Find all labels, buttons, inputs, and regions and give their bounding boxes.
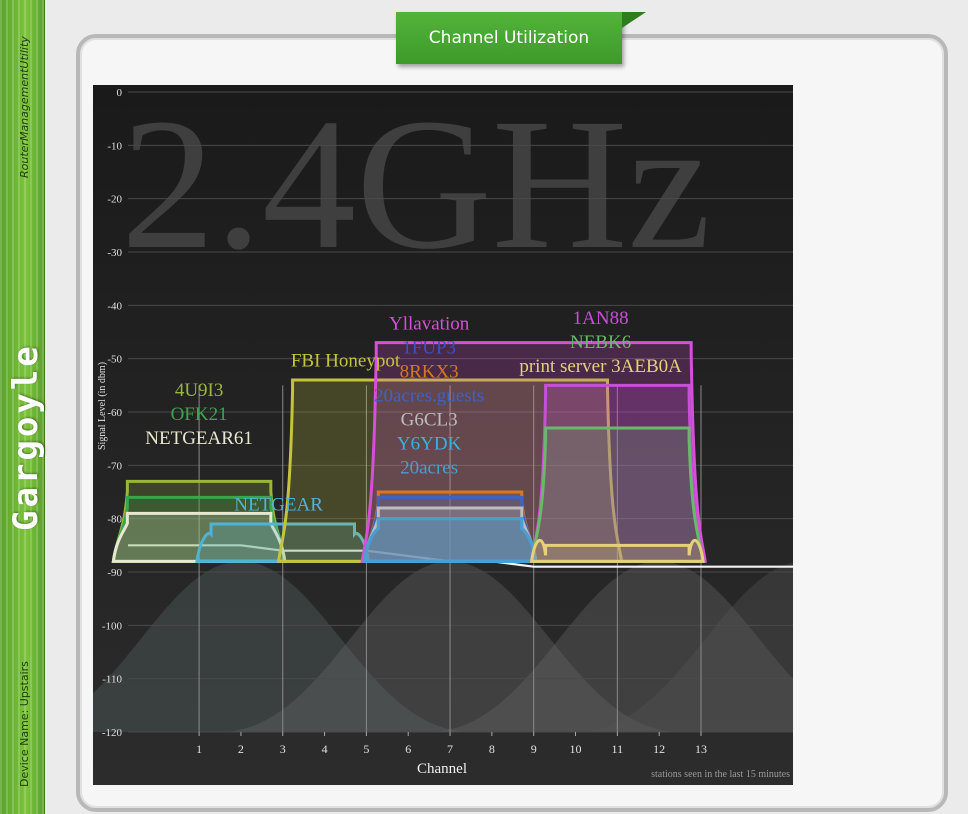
x-axis-title: Channel	[417, 761, 467, 777]
network-label: NEBK6	[570, 332, 631, 353]
chart-footnote: stations seen in the last 15 minutes	[651, 769, 790, 780]
page-title: Channel Utilization	[428, 28, 590, 48]
y-tick-label: -70	[107, 460, 122, 472]
y-tick-label: -90	[107, 567, 122, 579]
network-label: FBI Honeypot	[291, 351, 401, 372]
network-label: 20acres.guests	[374, 385, 484, 406]
y-tick-label: -60	[107, 407, 122, 419]
x-tick-label: 13	[695, 742, 707, 756]
y-tick-label: -80	[107, 514, 122, 526]
x-tick-label: 7	[447, 742, 453, 756]
network-label: NETGEAR61	[145, 428, 253, 449]
y-tick-label: 0	[117, 87, 123, 99]
y-tick-label: -50	[107, 354, 122, 366]
band-watermark: 2.4GHz	[121, 85, 711, 288]
network-label: 1FUP3	[402, 337, 456, 358]
network-label: Y6YDK	[397, 433, 462, 454]
network-label: 20acres	[400, 457, 458, 478]
page-title-tab: Channel Utilization	[396, 12, 646, 64]
y-tick-label: -120	[102, 727, 123, 739]
sidebar: RouterManagementUtility Gargoyle Device …	[0, 0, 46, 814]
x-tick-label: 8	[489, 742, 495, 756]
x-tick-label: 12	[653, 742, 665, 756]
y-tick-label: -40	[107, 300, 122, 312]
x-tick-label: 3	[280, 742, 286, 756]
network-label: G6CL3	[401, 409, 458, 430]
utility-label: RouterManagementUtility	[18, 36, 31, 178]
y-tick-label: -100	[102, 620, 123, 632]
network-label: NETGEAR	[234, 495, 323, 516]
network-label: print server 3AEB0A	[519, 356, 682, 377]
y-tick-label: -10	[107, 140, 122, 152]
x-tick-label: 9	[531, 742, 537, 756]
x-tick-label: 4	[322, 742, 328, 756]
chart-canvas: 2.4GHz 0 -10 -20 -30 -40 -50 -60 -70 -80 -90 -100 -…	[93, 85, 793, 785]
network-label: Yllavation	[389, 313, 470, 334]
x-tick-label: 11	[612, 742, 624, 756]
y-tick-label: -110	[102, 674, 122, 686]
network-label: 4U9I3	[175, 380, 224, 401]
x-tick-label: 2	[238, 742, 244, 756]
x-tick-label: 5	[363, 742, 369, 756]
network-label: 1AN88	[573, 308, 629, 329]
network-label: 8RKX3	[400, 361, 459, 382]
y-tick-label: -20	[107, 194, 122, 206]
y-tick-label: -30	[107, 247, 122, 259]
channel-utilization-chart: 2.4GHz 0 -10 -20 -30 -40 -50 -60 -70 -80 -90 -100 -…	[93, 85, 793, 785]
x-tick-label: 6	[405, 742, 411, 756]
device-name-label: Device Name: Upstairs	[18, 661, 31, 787]
brand-logo: Gargoyle	[6, 343, 46, 531]
y-axis-title: Signal Level (in dbm)	[97, 362, 108, 450]
network-nebk6	[529, 426, 705, 563]
network-label: OFK21	[171, 404, 228, 425]
network-20acres	[362, 517, 538, 563]
x-tick-label: 10	[570, 742, 582, 756]
x-tick-label: 1	[196, 742, 202, 756]
